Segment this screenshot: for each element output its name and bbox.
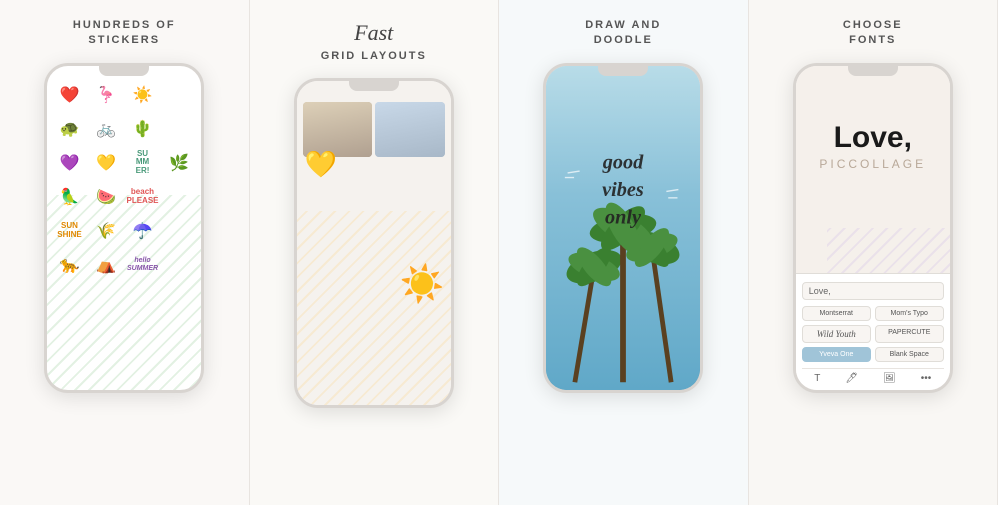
phone-grid: 💛 [294, 78, 454, 408]
phone-notch-2 [349, 81, 399, 91]
svg-text:vibes: vibes [602, 179, 644, 201]
sticker-heart2: 💜 [53, 148, 86, 178]
sticker-sun: ☀️ [126, 80, 159, 110]
photo-people-beach [375, 102, 445, 157]
sticker-flamingo: 🦩 [90, 80, 123, 110]
sun-sticker: ☀️ [400, 263, 445, 305]
phone-draw: good vibes only [543, 63, 703, 393]
sticker-cactus: 🌵 [126, 114, 159, 144]
phone-notch-3 [598, 66, 648, 76]
sticker-empty2 [163, 114, 196, 144]
font-preview-main: Love, [796, 121, 950, 155]
sticker-plant: 🌾 [90, 216, 123, 246]
stickers-grid: ❤️ 🦩 ☀️ 🐢 🚲 🌵 💜 💛 SUMMER! 🌿 🦜 🍉 [47, 66, 201, 286]
panel-draw-title: DRAW AND DOODLE [585, 18, 661, 49]
font-toolbar: T 🖊 🖼 ••• [802, 368, 944, 384]
sticker-sunshine-text: SUNSHINE [53, 216, 86, 246]
doodle-text-overlay: good vibes only [546, 136, 700, 256]
sticker-umbrella: ☂️ [126, 216, 159, 246]
font-option-blank-space[interactable]: Blank Space [875, 347, 944, 362]
sticker-empty4 [163, 216, 196, 246]
sticker-empty3 [163, 182, 196, 212]
panel-grid-title: Fast GRID LAYOUTS [321, 18, 427, 64]
phone-stickers: ❤️ 🦩 ☀️ 🐢 🚲 🌵 💜 💛 SUMMER! 🌿 🦜 🍉 [44, 63, 204, 393]
sticker-empty5 [163, 250, 196, 280]
panel-fonts-title: CHOOSE FONTS [843, 18, 903, 49]
panel-grid: Fast GRID LAYOUTS 💛 [250, 0, 500, 505]
panel-stickers-title: HUNDREDS OF STICKERS [73, 18, 176, 49]
font-tool-image[interactable]: 🖼 [883, 373, 896, 384]
sticker-summer-text: SUMMER! [126, 148, 159, 178]
panel-draw: DRAW AND DOODLE [499, 0, 749, 505]
sticker-hello-text: helloSUMMER [126, 250, 159, 280]
sticker-watermelon: 🍉 [90, 182, 123, 212]
font-tool-more[interactable]: ••• [921, 373, 932, 384]
font-option-montserrat[interactable]: Montserrat [802, 306, 871, 321]
font-picker-panel: Love, Montserrat Mom's Typo Wild Youth P… [796, 273, 950, 390]
svg-text:good: good [602, 151, 644, 173]
font-option-yveva-one[interactable]: Yveva One [802, 347, 871, 362]
stripe-background-2 [297, 211, 451, 405]
sticker-heart3: 💛 [90, 148, 123, 178]
phone-fonts: Love, PICCOLLAGE Love, Montserrat Mom's … [793, 63, 953, 393]
sticker-empty1 [163, 80, 196, 110]
font-option-wild-youth[interactable]: Wild Youth [802, 325, 871, 343]
panel-fonts: CHOOSE FONTS Love, PICCOLLAGE Love, Mont… [749, 0, 998, 505]
sticker-heart: ❤️ [53, 80, 86, 110]
font-option-papercute[interactable]: PAPERCUTE [875, 325, 944, 343]
sticker-turtle: 🐢 [53, 114, 86, 144]
font-tool-color[interactable]: 🖊 [845, 373, 858, 384]
phone-notch-4 [848, 66, 898, 76]
sticker-tent: ⛺ [90, 250, 123, 280]
font-preview-brand: PICCOLLAGE [796, 157, 950, 171]
font-preview-area: Love, PICCOLLAGE [796, 121, 950, 171]
sticker-leopard: 🐆 [53, 250, 86, 280]
font-option-moms-typo[interactable]: Mom's Typo [875, 306, 944, 321]
heart-gold-sticker: 💛 [305, 149, 337, 180]
phone-notch-1 [99, 66, 149, 76]
sticker-beach-text: beachPLEASE [126, 182, 159, 212]
sticker-bike: 🚲 [90, 114, 123, 144]
font-input[interactable]: Love, [802, 282, 944, 300]
panel-stickers: HUNDREDS OF STICKERS ❤️ 🦩 ☀️ 🐢 🚲 🌵 💜 💛 [0, 0, 250, 505]
sticker-bird: 🦜 [53, 182, 86, 212]
sticker-leaves: 🌿 [163, 148, 196, 178]
font-options-grid: Montserrat Mom's Typo Wild Youth PAPERCU… [802, 306, 944, 362]
svg-text:only: only [605, 206, 642, 228]
font-tool-text[interactable]: T [814, 373, 820, 384]
